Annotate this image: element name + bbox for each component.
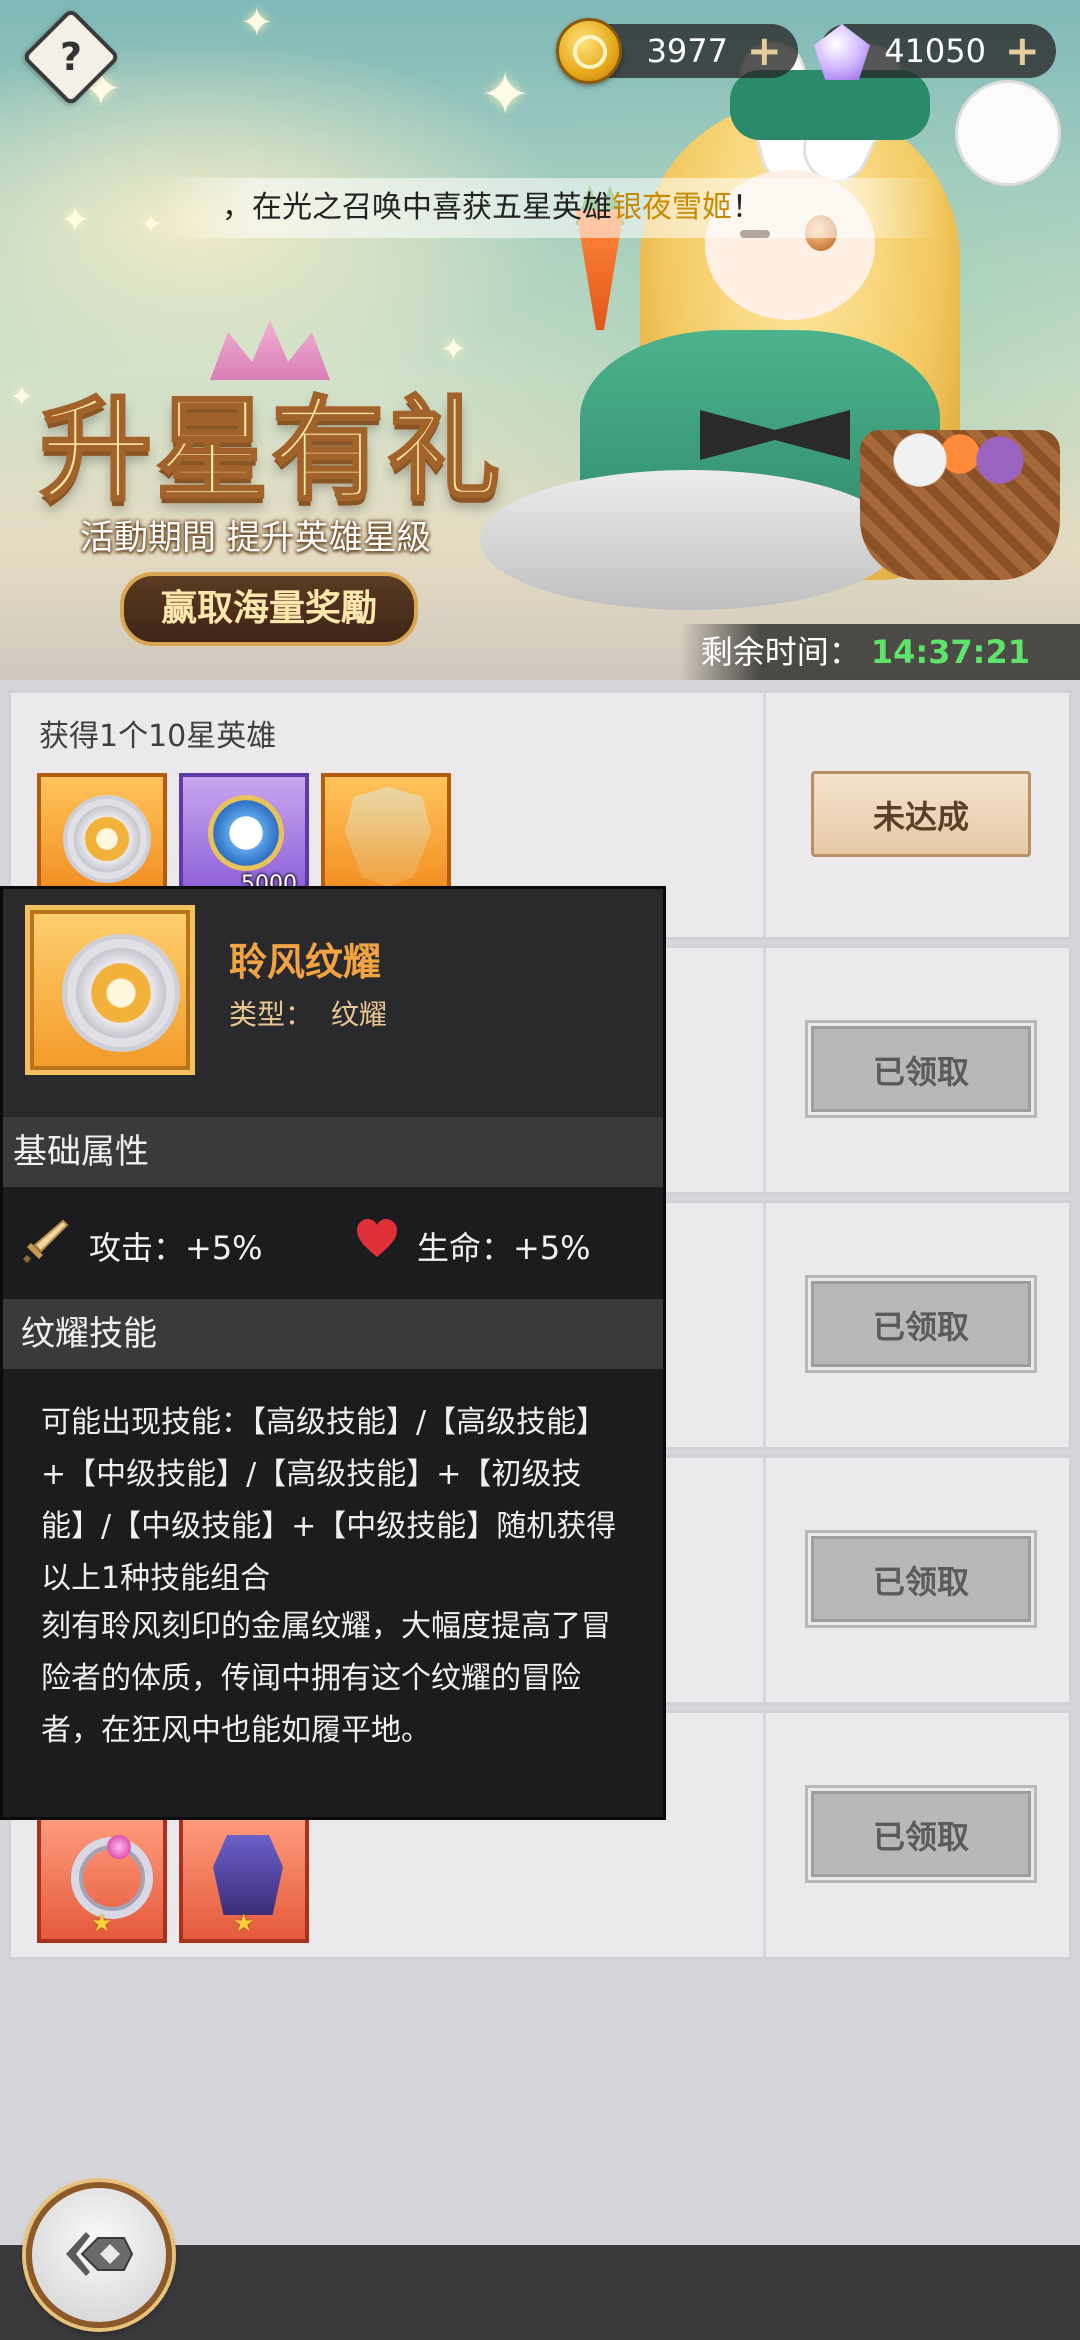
tooltip-header: 聆风纹耀 类型： 纹耀 <box>3 889 663 1117</box>
item-tooltip: 聆风纹耀 类型： 纹耀 基础属性 攻击：+5% 生命：+5% 纹耀技能 可能出现技… <box>0 886 666 1820</box>
lore-description: 刻有聆风刻印的金属纹耀，大幅度提高了冒险者的体质，传闻中拥有这个纹耀的冒险者，在… <box>41 1609 611 1748</box>
sparkle-decor: ✦ <box>60 200 91 241</box>
emblem-icon <box>62 934 180 1052</box>
item-type-value: 纹耀 <box>331 998 388 1031</box>
task-title: 获得1个10星英雄 <box>39 719 277 754</box>
gem-counter[interactable]: 41050 + <box>814 24 1056 80</box>
broadcast-notice: ，在光之召唤中喜获五星英雄银夜雪姬！ <box>160 178 942 238</box>
hero-skirt <box>480 470 900 610</box>
event-banner: ✦ ✦ ✦ ✦ ✦ ✦ ✦ 升星有礼 活動期間 提升英雄星級 赢取海量奖勵 ，在… <box>0 0 1080 680</box>
shield-icon <box>345 787 431 887</box>
star-icon: ★ <box>91 1909 113 1937</box>
broadcast-suffix: ！ <box>732 190 762 225</box>
tooltip-item-icon <box>25 905 195 1075</box>
item-name: 聆风纹耀 <box>229 940 382 984</box>
star-medal-icon <box>208 795 284 871</box>
sparkle-decor: ✦ <box>240 0 274 46</box>
event-subtitle: 活動期間 提升英雄星級 <box>80 518 431 558</box>
gold-coin-icon <box>556 18 622 84</box>
event-title: 升星有礼 <box>39 385 504 518</box>
claimed-button[interactable]: 已领取 <box>805 1020 1037 1118</box>
question-icon: ? <box>59 35 83 79</box>
base-attributes-header: 基础属性 <box>3 1117 663 1187</box>
emblem-icon <box>63 795 151 883</box>
broadcast-hero-name: 银夜雪姬 <box>612 190 732 225</box>
reward-item[interactable]: 5000 <box>179 773 309 903</box>
add-gem-icon[interactable]: + <box>1005 24 1040 78</box>
claimed-button[interactable]: 已领取 <box>805 1785 1037 1883</box>
timer-value: 14:37:21 <box>870 633 1030 671</box>
armor-icon <box>213 1835 283 1915</box>
sparkle-decor: ✦ <box>480 60 531 130</box>
bunny-plush-icon <box>955 80 1061 186</box>
sparkle-decor: ✦ <box>140 210 162 240</box>
sword-icon <box>23 1219 69 1263</box>
add-gold-icon[interactable]: + <box>747 24 782 78</box>
claim-button[interactable]: 未达成 <box>811 771 1031 857</box>
reward-item[interactable]: ★ <box>37 1813 167 1943</box>
gold-counter[interactable]: 3977 + <box>556 18 798 84</box>
reward-item[interactable] <box>321 773 451 903</box>
hair-bow-decor <box>730 70 930 140</box>
basket-flowers <box>860 430 1060 490</box>
gem-value: 41050 <box>884 32 986 70</box>
back-arrow-icon <box>66 2232 134 2276</box>
gem-decor <box>107 1835 131 1859</box>
reward-item[interactable] <box>37 773 167 903</box>
attack-stat: 攻击：+5% <box>89 1229 263 1267</box>
reward-item[interactable]: ★ <box>179 1813 309 1943</box>
event-badge: 赢取海量奖勵 <box>120 572 418 646</box>
heart-icon <box>357 1219 397 1257</box>
item-type-label: 类型： <box>229 998 314 1031</box>
skill-description: 可能出现技能：【高级技能】/【高级技能】+【中级技能】/【高级技能】+【初级技能… <box>41 1405 617 1596</box>
base-attributes: 攻击：+5% 生命：+5% <box>3 1187 663 1299</box>
claimed-button[interactable]: 已领取 <box>805 1275 1037 1373</box>
back-button[interactable] <box>26 2182 172 2328</box>
claimed-button[interactable]: 已领取 <box>805 1530 1037 1628</box>
star-icon: ★ <box>233 1909 255 1937</box>
emblem-skills-header: 纹耀技能 <box>3 1299 663 1369</box>
gold-value: 3977 <box>646 32 728 70</box>
broadcast-prefix: ，在光之召唤中喜获五星英雄 <box>222 190 612 225</box>
countdown-timer: 剩余时间： 14:37:21 <box>680 624 1080 680</box>
timer-label: 剩余时间： <box>700 633 861 671</box>
item-type: 类型： 纹耀 <box>229 993 387 1033</box>
sparkle-decor: ✦ <box>10 380 34 413</box>
hp-stat: 生命：+5% <box>417 1229 591 1267</box>
